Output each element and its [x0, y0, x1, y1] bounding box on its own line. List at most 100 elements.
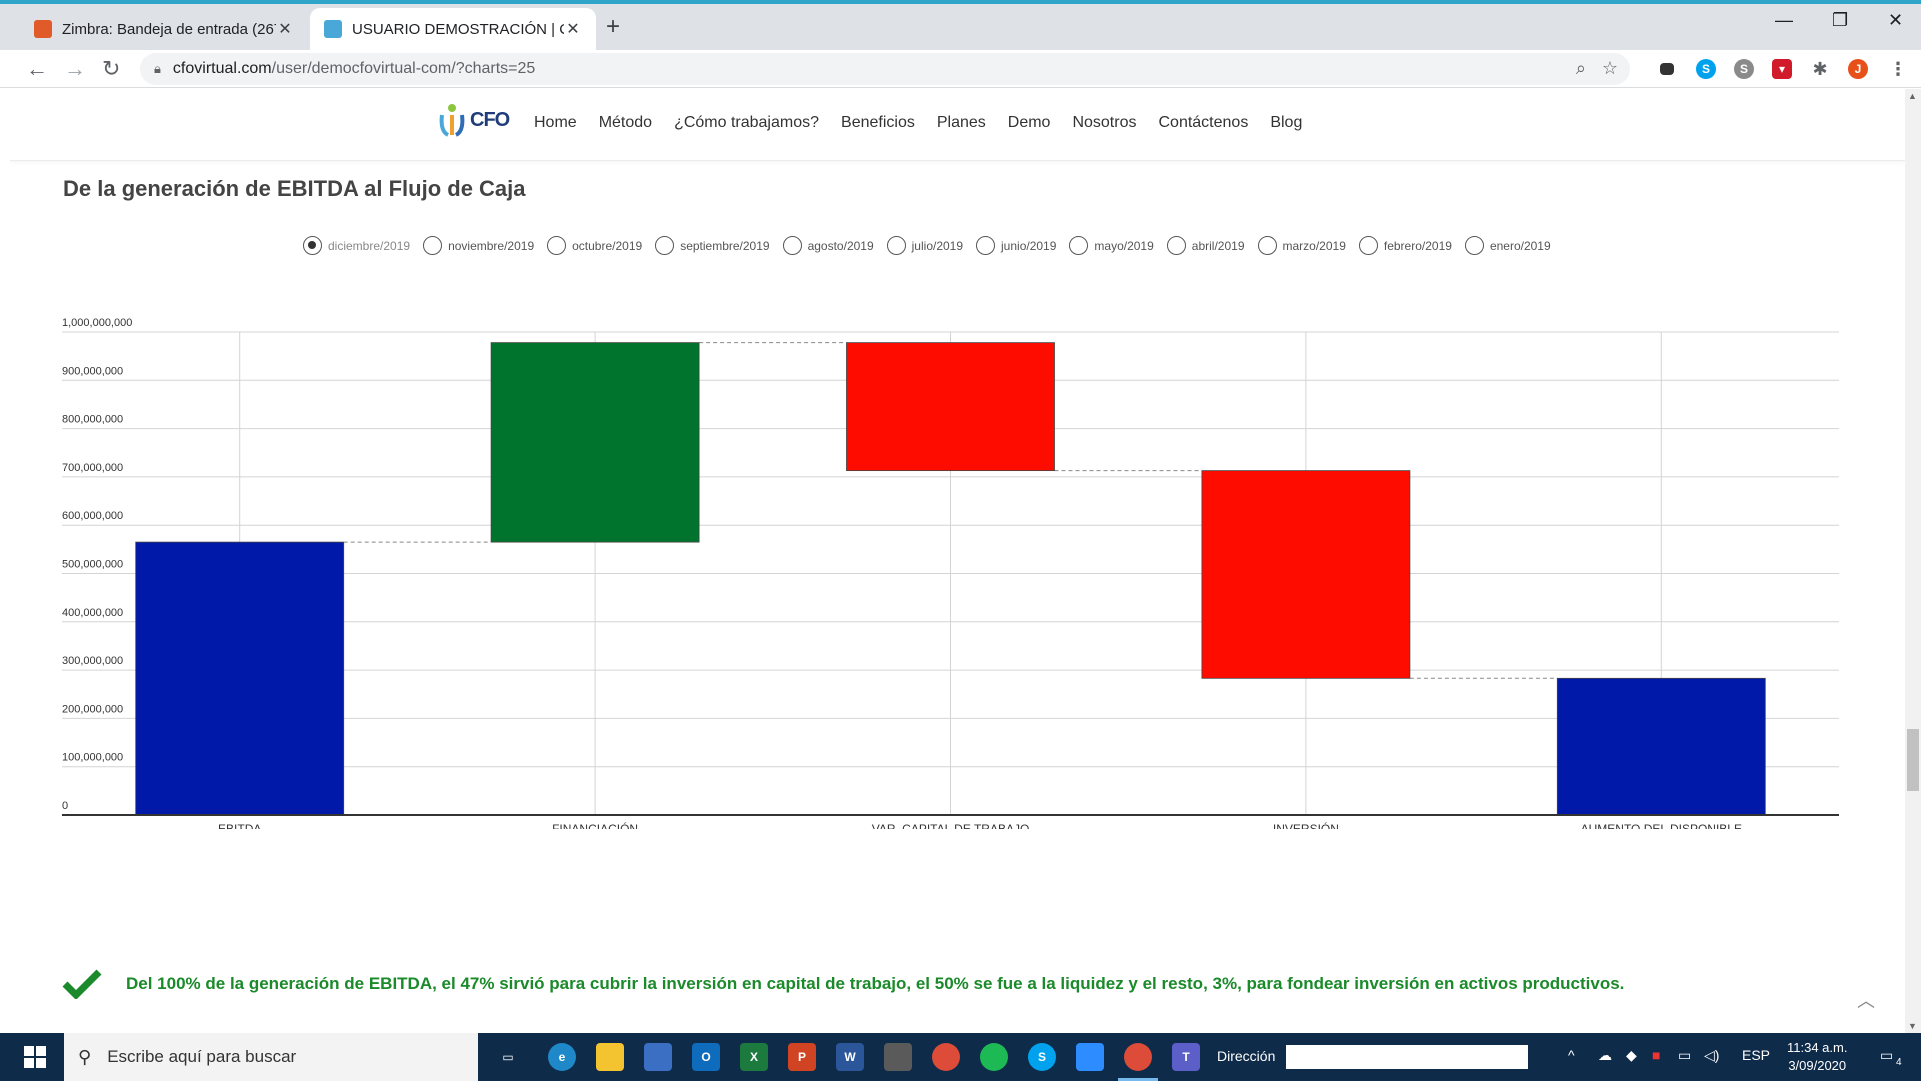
back-button[interactable]: ← [26, 56, 48, 82]
period-option[interactable]: julio/2019 [886, 236, 963, 255]
address-bar[interactable]: 🔒︎ cfovirtual.com/user/democfovirtual-co… [140, 53, 1630, 85]
address-toolbar-input[interactable] [1286, 1045, 1528, 1069]
bar-increase [490, 342, 700, 543]
menu-blog[interactable]: Blog [1270, 114, 1302, 132]
teams-icon[interactable]: T [1172, 1043, 1200, 1071]
period-label: agosto/2019 [807, 238, 874, 253]
main-menu: Home Método ¿Cómo trabajamos? Beneficios… [534, 114, 1302, 132]
zoom-icon[interactable]: ⌕ [1576, 58, 1586, 79]
file-explorer-icon[interactable] [596, 1043, 624, 1071]
radio-button[interactable] [886, 236, 906, 255]
menu-home[interactable]: Home [534, 114, 577, 132]
zoom-app-icon[interactable] [1076, 1043, 1104, 1071]
radio-button[interactable] [655, 236, 675, 255]
radio-button[interactable] [1069, 236, 1089, 255]
scroll-to-top-icon[interactable]: ︿ [1857, 987, 1875, 1013]
menu-metodo[interactable]: Método [599, 114, 652, 132]
radio-button[interactable] [1358, 236, 1378, 255]
scrollbar-thumb[interactable] [1907, 729, 1919, 791]
reload-button[interactable]: ↻ [102, 56, 120, 82]
period-option[interactable]: enero/2019 [1464, 236, 1551, 255]
pocket-icon[interactable]: ▾ [1772, 59, 1792, 79]
taskbar-search[interactable]: ⚲ Escribe aquí para buscar [64, 1033, 478, 1081]
chrome-active-icon[interactable] [1118, 1043, 1158, 1081]
skype-gray-icon[interactable]: S [1734, 59, 1754, 79]
volume-icon[interactable]: ◁) [1704, 1047, 1719, 1064]
menu-contactenos[interactable]: Contáctenos [1158, 114, 1248, 132]
new-tab-button[interactable]: + [606, 13, 620, 41]
excel-icon[interactable]: X [740, 1043, 768, 1071]
close-tab-icon[interactable]: ✕ [276, 19, 294, 39]
word-icon[interactable]: W [836, 1043, 864, 1071]
radio-button[interactable] [423, 236, 443, 255]
dropbox-icon[interactable]: ◆ [1626, 1047, 1637, 1064]
period-option[interactable]: junio/2019 [976, 236, 1056, 255]
network-icon[interactable]: ▭ [1678, 1047, 1691, 1064]
close-window-button[interactable]: ✕ [1888, 10, 1903, 31]
period-label: diciembre/2019 [328, 238, 411, 253]
period-label: enero/2019 [1489, 238, 1551, 253]
period-option[interactable]: septiembre/2019 [655, 236, 770, 255]
puzzle-extensions-icon[interactable]: ✱ [1810, 59, 1830, 79]
extension-icon[interactable] [1660, 63, 1674, 75]
period-option[interactable]: marzo/2019 [1257, 236, 1346, 255]
maximize-button[interactable]: ❐ [1832, 10, 1848, 31]
radio-button[interactable] [1464, 236, 1484, 255]
period-option[interactable]: octubre/2019 [547, 236, 642, 255]
outlook-icon[interactable]: O [692, 1043, 720, 1071]
close-tab-icon[interactable]: ✕ [564, 19, 582, 39]
period-label: marzo/2019 [1282, 238, 1346, 253]
radio-button[interactable] [303, 236, 322, 255]
cloud-sync-icon[interactable]: ☁ [1598, 1047, 1612, 1064]
store-icon[interactable] [644, 1043, 672, 1071]
antivirus-icon[interactable]: ■ [1652, 1047, 1660, 1063]
notifications-icon[interactable]: ▭ [1880, 1047, 1893, 1064]
period-option[interactable]: noviembre/2019 [423, 236, 534, 255]
insight-text: Del 100% de la generación de EBITDA, el … [126, 974, 1625, 993]
skype-taskbar-icon[interactable]: S [1028, 1043, 1056, 1071]
tab-zimbra[interactable]: Zimbra: Bandeja de entrada (267 ✕ [20, 8, 308, 50]
windows-start-icon[interactable] [24, 1046, 46, 1068]
forward-button[interactable]: → [64, 56, 86, 82]
spotify-icon[interactable] [980, 1043, 1008, 1071]
cfo-logo[interactable]: CFO [438, 103, 510, 137]
radio-button[interactable] [1166, 236, 1186, 255]
period-option[interactable]: agosto/2019 [782, 236, 874, 255]
language-indicator[interactable]: ESP [1742, 1047, 1770, 1063]
powerpoint-icon[interactable]: P [788, 1043, 816, 1071]
menu-planes[interactable]: Planes [937, 114, 986, 132]
skype-icon[interactable]: S [1696, 59, 1716, 79]
radio-button[interactable] [782, 236, 802, 255]
minimize-button[interactable]: — [1775, 10, 1793, 31]
radio-button[interactable] [547, 236, 567, 255]
system-clock[interactable]: 11:34 a.m. 3/09/2020 [1787, 1039, 1847, 1075]
calculator-icon[interactable] [884, 1043, 912, 1071]
lock-icon[interactable]: 🔒︎ [154, 61, 161, 77]
menu-demo[interactable]: Demo [1008, 114, 1051, 132]
zimbra-favicon-icon [34, 20, 52, 38]
menu-nosotros[interactable]: Nosotros [1072, 114, 1136, 132]
chrome-icon[interactable] [932, 1043, 960, 1071]
bar-total [1556, 677, 1766, 816]
cfo-favicon-icon [324, 20, 342, 38]
page-scrollbar[interactable]: ▲ ▼ [1905, 89, 1921, 1033]
tab-cfo[interactable]: USUARIO DEMOSTRACIÓN | CFO ✕ [310, 8, 596, 50]
x-tick-label: INVERSIÓN [1273, 821, 1339, 829]
menu-como-trabajamos[interactable]: ¿Cómo trabajamos? [674, 114, 819, 132]
edge-icon[interactable]: e [548, 1043, 576, 1071]
browser-menu-icon[interactable]: ⋮ [1888, 59, 1908, 79]
period-option[interactable]: febrero/2019 [1358, 236, 1452, 255]
period-option[interactable]: mayo/2019 [1069, 236, 1154, 255]
bar-decrease [1201, 470, 1411, 679]
task-view-icon[interactable]: ▭ [494, 1043, 522, 1071]
tray-expand-icon[interactable]: ^ [1568, 1047, 1575, 1063]
scroll-down-arrow-icon[interactable]: ▼ [1908, 1021, 1917, 1031]
period-option[interactable]: abril/2019 [1166, 236, 1245, 255]
profile-avatar[interactable]: J [1848, 59, 1868, 79]
bookmark-star-icon[interactable]: ☆ [1602, 58, 1618, 79]
menu-beneficios[interactable]: Beneficios [841, 114, 915, 132]
period-option[interactable]: diciembre/2019 [303, 236, 410, 255]
scroll-up-arrow-icon[interactable]: ▲ [1908, 91, 1917, 101]
radio-button[interactable] [976, 236, 996, 255]
radio-button[interactable] [1257, 236, 1277, 255]
